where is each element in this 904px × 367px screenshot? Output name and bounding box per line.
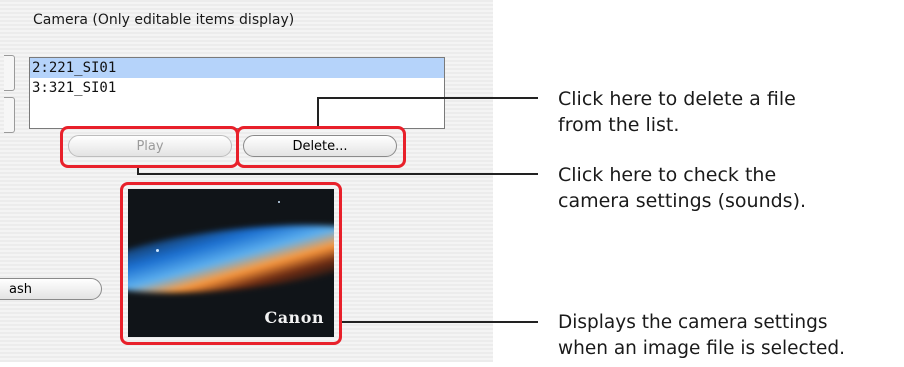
- play-annotation-line1: Click here to check the: [558, 164, 777, 186]
- delete-annotation-line2: from the list.: [558, 114, 680, 136]
- delete-annotation-line1: Click here to delete a file: [558, 88, 796, 110]
- delete-button-callout: [236, 126, 406, 168]
- left-edge-control-bottom[interactable]: [4, 97, 15, 133]
- list-item[interactable]: 3:321_SI01: [30, 78, 444, 98]
- play-annotation: Click here to check the camera settings …: [558, 162, 806, 214]
- play-button-callout: [60, 126, 239, 168]
- list-item[interactable]: 2:221_SI01: [30, 58, 444, 78]
- preview-leader-horizontal: [342, 321, 538, 323]
- play-leader-horizontal: [137, 173, 538, 175]
- preview-annotation-line2: when an image file is selected.: [558, 338, 845, 359]
- left-edge-control-top[interactable]: [4, 55, 15, 91]
- preview-callout: [120, 182, 342, 345]
- preview-annotation-line1: Displays the camera settings: [558, 312, 828, 333]
- preview-annotation: Displays the camera settings when an ima…: [558, 310, 845, 362]
- partial-button[interactable]: ash: [0, 278, 102, 300]
- delete-annotation: Click here to delete a file from the lis…: [558, 86, 796, 138]
- delete-leader-horizontal: [317, 97, 538, 99]
- delete-leader-vertical: [317, 97, 319, 126]
- camera-file-list[interactable]: 2:221_SI01 3:321_SI01: [29, 57, 445, 129]
- play-annotation-line2: camera settings (sounds).: [558, 190, 807, 212]
- panel-title: Camera (Only editable items display): [33, 12, 295, 28]
